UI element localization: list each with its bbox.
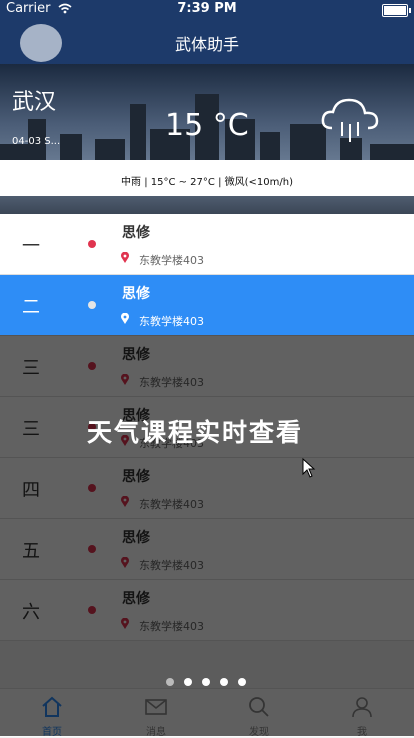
weather-description: 中雨 | 15°C ~ 27°C | 微风(<10m/h) bbox=[121, 177, 293, 188]
status-bar: Carrier 7:39 PM bbox=[0, 0, 414, 20]
page-dot[interactable] bbox=[202, 678, 210, 686]
course-name: 思修 bbox=[122, 225, 150, 241]
rain-cloud-icon bbox=[321, 98, 379, 142]
page-dot[interactable] bbox=[184, 678, 192, 686]
weather-temperature: 15 °C bbox=[165, 108, 249, 143]
weather-date: 04-03 S... bbox=[12, 136, 61, 147]
schedule-row[interactable]: 二 思修东教学楼403 bbox=[0, 275, 414, 336]
classroom-location: 东教学楼403 bbox=[139, 254, 204, 267]
battery-icon bbox=[382, 4, 411, 17]
schedule-day: 二 bbox=[22, 297, 40, 318]
onboarding-overlay[interactable] bbox=[0, 335, 414, 736]
schedule-row[interactable]: 一 思修东教学楼403 bbox=[0, 214, 414, 275]
status-dot bbox=[88, 301, 96, 309]
status-dot bbox=[88, 240, 96, 248]
location-pin-icon bbox=[121, 252, 129, 263]
course-name: 思修 bbox=[122, 286, 150, 302]
mouse-cursor-icon bbox=[302, 458, 316, 478]
status-time: 7:39 PM bbox=[177, 1, 237, 16]
page-dot[interactable] bbox=[166, 678, 174, 686]
weather-card[interactable]: 武汉 04-03 S... 15 °C 中雨 | 15°C ~ 27°C | 微… bbox=[0, 64, 414, 214]
page-dot[interactable] bbox=[220, 678, 228, 686]
page-dot[interactable] bbox=[238, 678, 246, 686]
classroom-location: 东教学楼403 bbox=[139, 315, 204, 328]
weather-city: 武汉 bbox=[12, 90, 57, 115]
onboarding-caption: 天气课程实时查看 bbox=[86, 418, 303, 447]
schedule-day: 一 bbox=[22, 236, 40, 257]
location-pin-icon bbox=[121, 313, 129, 324]
nav-title: 武体助手 bbox=[174, 35, 239, 54]
nav-bar: 武体助手 bbox=[0, 20, 414, 64]
